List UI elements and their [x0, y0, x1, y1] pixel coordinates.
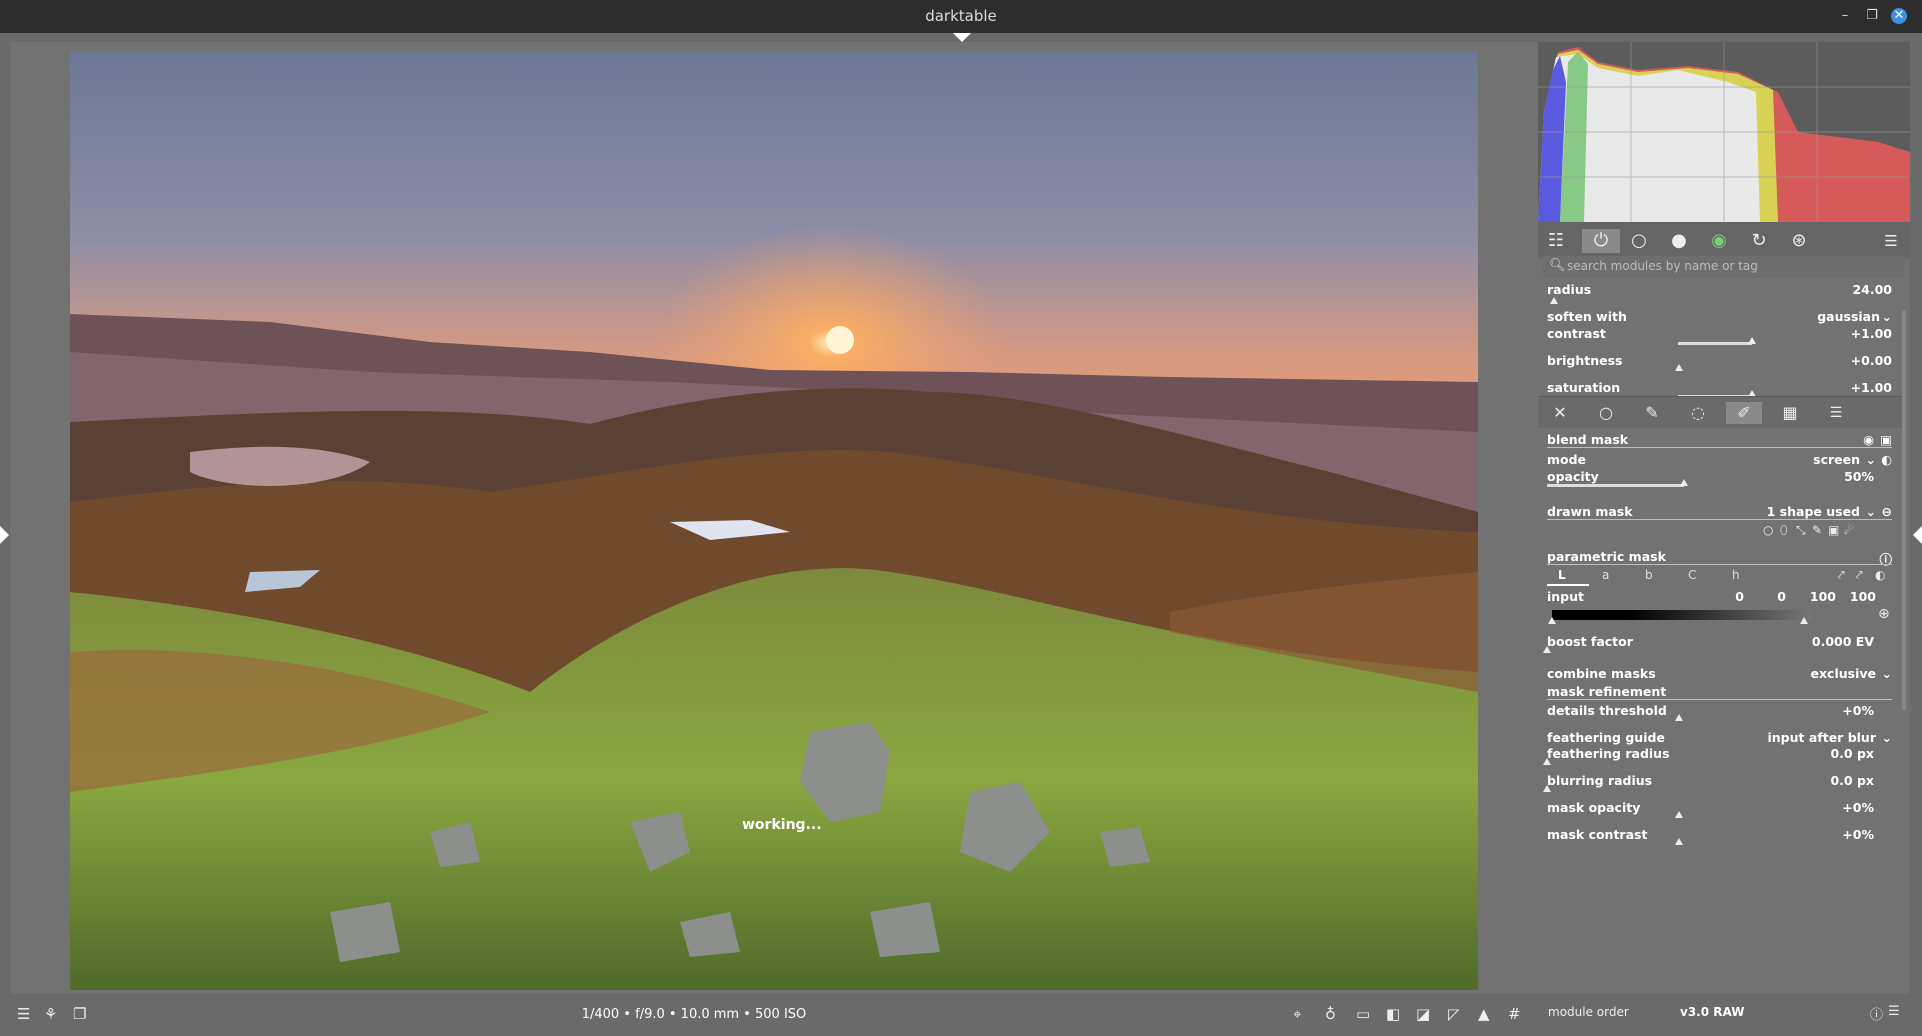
- info-icon[interactable]: ⓘ: [1870, 1004, 1883, 1023]
- drawn-parametric-mask-icon[interactable]: ✐: [1726, 402, 1762, 424]
- picker-set-icon[interactable]: ⤤: [1856, 568, 1863, 583]
- drawn-mask-icon[interactable]: ✎: [1634, 402, 1670, 424]
- chevron-down-icon: ⌄: [1865, 504, 1876, 519]
- clipping-icon[interactable]: ◧: [1386, 1005, 1400, 1023]
- minus-icon[interactable]: ⊖: [1882, 504, 1892, 519]
- landscape-photo: [70, 52, 1478, 990]
- active-modules-icon[interactable]: ⏻: [1582, 229, 1620, 253]
- blurring-radius-thumb[interactable]: [1543, 785, 1551, 792]
- right-panel: ☷ ⏻ ○ ● ◉ ↻ ⊛ ☰ 🔍︎ search modules by nam…: [1538, 42, 1910, 994]
- input-gradient-bar[interactable]: [1552, 610, 1812, 620]
- base-group-icon[interactable]: ○: [1626, 229, 1652, 253]
- search-icon: 🔍︎: [1549, 258, 1566, 273]
- uniform-blend-icon[interactable]: ○: [1588, 402, 1624, 424]
- search-placeholder: search modules by name or tag: [1567, 259, 1758, 273]
- chevron-down-icon: ⌄: [1881, 730, 1892, 745]
- opacity-fill: [1547, 484, 1684, 487]
- gradient-shape-icon[interactable]: ▣: [1828, 523, 1839, 537]
- menu-icon[interactable]: ☰: [1888, 1004, 1900, 1019]
- blend-mode-tabs: ✕ ○ ✎ ◌ ✐ ▦ ☰: [1538, 396, 1902, 428]
- parametric-mask-icon[interactable]: ◌: [1680, 402, 1716, 424]
- mask-opacity-thumb[interactable]: [1675, 811, 1683, 818]
- gamut-check-icon[interactable]: ◸: [1448, 1005, 1460, 1023]
- reverse-icon[interactable]: ◐: [1881, 452, 1892, 467]
- feathering-radius-thumb[interactable]: [1543, 758, 1551, 765]
- collapse-right-panel-icon[interactable]: [1913, 526, 1922, 544]
- divider: [1547, 519, 1892, 520]
- divider: [1547, 699, 1892, 700]
- eye-icon[interactable]: ◉: [1863, 432, 1874, 447]
- ellipse-shape-icon[interactable]: ⬯: [1780, 523, 1788, 538]
- collapse-top-panel-icon[interactable]: [953, 33, 971, 42]
- blend-menu-icon[interactable]: ☰: [1818, 402, 1854, 424]
- exif-info: 1/400 • f/9.0 • 10.0 mm • 500 ISO: [581, 1007, 807, 1022]
- info-icon[interactable]: ⓘ: [1879, 549, 1892, 568]
- input-upper-thumb[interactable]: [1800, 617, 1808, 624]
- maximize-button[interactable]: ❐: [1864, 8, 1880, 24]
- chevron-down-icon: ⌄: [1865, 452, 1876, 467]
- close-button[interactable]: ✕: [1891, 8, 1907, 24]
- color-group-icon[interactable]: ◉: [1706, 229, 1732, 253]
- channel-tab-a[interactable]: a: [1602, 568, 1609, 582]
- chevron-down-icon: ⌄: [1881, 309, 1892, 324]
- brush-shape-icon[interactable]: ✎: [1812, 523, 1822, 537]
- softproof-icon[interactable]: ◪: [1416, 1005, 1430, 1023]
- input-lower-thumb[interactable]: [1548, 617, 1556, 624]
- channel-tab-h[interactable]: h: [1732, 568, 1740, 582]
- minimize-button[interactable]: –: [1837, 8, 1853, 24]
- histogram[interactable]: [1538, 42, 1910, 222]
- mask-contrast-thumb[interactable]: [1675, 838, 1683, 845]
- collapse-left-panel-icon[interactable]: [0, 526, 9, 544]
- details-threshold-thumb[interactable]: [1675, 714, 1683, 721]
- square-icon[interactable]: ▣: [1880, 432, 1892, 447]
- boost-factor-thumb[interactable]: [1543, 646, 1551, 653]
- divider: [1547, 447, 1892, 448]
- correct-group-icon[interactable]: ↻: [1746, 229, 1772, 253]
- module-order-label: module order: [1548, 1005, 1629, 1019]
- module-order-value[interactable]: v3.0 RAW: [1680, 1005, 1744, 1019]
- raster-mask-icon[interactable]: ▦: [1772, 402, 1808, 424]
- blend-off-icon[interactable]: ✕: [1542, 402, 1578, 424]
- chevron-down-icon: ⌄: [1881, 666, 1892, 681]
- contrast-fill: [1678, 342, 1752, 345]
- presets-menu-icon[interactable]: ☰: [1878, 229, 1904, 253]
- color-assessment-icon[interactable]: ♁: [1325, 1005, 1336, 1023]
- opacity-thumb[interactable]: [1679, 479, 1688, 486]
- warning-icon[interactable]: ▲: [1478, 1005, 1490, 1023]
- photo-canvas[interactable]: [70, 52, 1478, 990]
- module-order-bar: module order v3.0 RAW ⓘ ☰: [1538, 994, 1910, 1036]
- radius-thumb[interactable]: [1550, 297, 1558, 304]
- focus-peaking-icon[interactable]: ⌖: [1293, 1005, 1301, 1023]
- contrast-thumb[interactable]: [1747, 337, 1756, 344]
- channel-tab-l[interactable]: L: [1558, 568, 1566, 582]
- title-bar: darktable – ❐ ✕: [0, 0, 1922, 33]
- window-title: darktable: [925, 7, 997, 25]
- working-indicator: working...: [742, 817, 822, 833]
- raw-overexposed-icon[interactable]: ▭: [1356, 1005, 1370, 1023]
- divider: [1547, 564, 1892, 565]
- brightness-thumb[interactable]: [1675, 364, 1683, 371]
- path-shape-icon[interactable]: ⤡: [1796, 523, 1806, 538]
- picker-icon[interactable]: ⤤: [1838, 568, 1845, 583]
- channel-tab-c[interactable]: C: [1688, 568, 1696, 582]
- effect-group-icon[interactable]: ⊛: [1786, 229, 1812, 253]
- quick-access-icon[interactable]: ☷: [1543, 229, 1569, 253]
- panel-scrollbar[interactable]: [1902, 310, 1906, 710]
- search-input[interactable]: 🔍︎ search modules by name or tag: [1543, 256, 1905, 278]
- invert-icon[interactable]: ◐: [1875, 568, 1885, 582]
- guides-icon[interactable]: #: [1508, 1005, 1521, 1023]
- module-settings: radius 24.00 soften with gaussian ⌄ contras…: [1538, 282, 1902, 994]
- tone-group-icon[interactable]: ●: [1666, 229, 1692, 253]
- bottom-toolbar: ☰ ⚘ ❐ 1/400 • f/9.0 • 10.0 mm • 500 ISO …: [0, 994, 1538, 1036]
- circle-shape-icon[interactable]: ○: [1763, 523, 1773, 537]
- edit-shapes-icon[interactable]: ☄: [1844, 523, 1855, 537]
- channel-tab-b[interactable]: b: [1645, 568, 1653, 582]
- add-icon[interactable]: ⊕: [1878, 606, 1890, 622]
- active-channel-underline: [1547, 584, 1589, 586]
- module-group-tabs: ☷ ⏻ ○ ● ◉ ↻ ⊛ ☰: [1538, 222, 1910, 259]
